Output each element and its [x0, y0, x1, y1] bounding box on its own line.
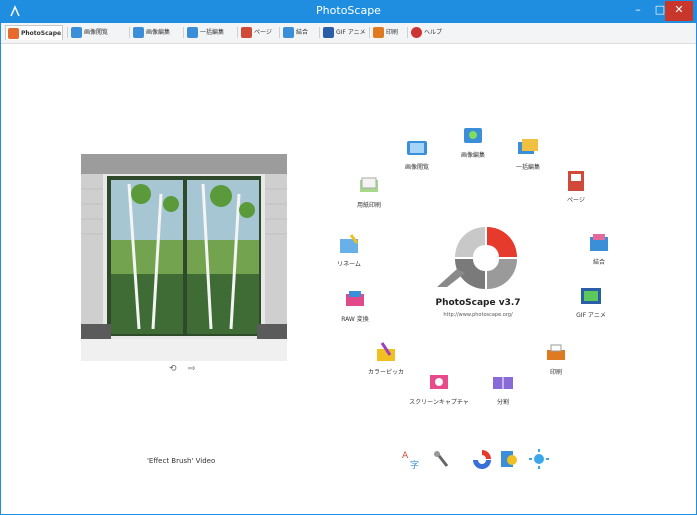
editor-icon	[464, 128, 482, 143]
raw-converter-icon	[346, 291, 364, 306]
menu-label: 印刷	[549, 369, 562, 376]
photoscape-logo-icon[interactable]	[471, 448, 493, 470]
tab-bar: PhotoScape 画像閲覧 画像編集 一括編集 ページ 結合 GIF アニメ…	[1, 23, 696, 44]
photoscape-logo-icon	[437, 227, 517, 289]
print-icon	[373, 27, 384, 38]
menu-splitter[interactable]: 分割	[473, 371, 533, 415]
gif-icon	[323, 27, 334, 38]
sample-photo-image	[81, 154, 287, 361]
tab-label: ページ	[254, 29, 272, 36]
page-icon	[568, 171, 584, 191]
menu-gif[interactable]: GIF アニメ	[561, 284, 621, 328]
screen-capture-icon	[430, 375, 448, 389]
help-icon	[411, 27, 422, 38]
tab-editor[interactable]: 画像編集	[131, 25, 183, 40]
batch-icon	[518, 139, 538, 154]
tab-label: GIF アニメ	[336, 29, 366, 36]
rename-icon	[340, 234, 359, 253]
tab-gif[interactable]: GIF アニメ	[321, 25, 369, 40]
app-icon	[8, 28, 19, 39]
tab-label: PhotoScape	[21, 30, 62, 37]
menu-label: ページ	[567, 197, 585, 204]
print-icon	[547, 344, 565, 360]
website-link[interactable]: http://www.photoscape.org/	[423, 312, 533, 318]
splitter-icon	[493, 377, 513, 389]
tab-separator	[67, 27, 68, 38]
minimize-button[interactable]: –	[627, 1, 649, 21]
tab-combine[interactable]: 結合	[281, 25, 319, 40]
tab-separator	[319, 27, 320, 38]
menu-screen-capture[interactable]: スクリーンキャプチャ	[409, 371, 469, 415]
close-button[interactable]: ✕	[665, 1, 693, 21]
tab-help[interactable]: ヘルプ	[409, 25, 447, 40]
menu-page[interactable]: ページ	[546, 169, 606, 213]
language-icon[interactable]: A字	[401, 448, 423, 470]
combine-icon	[283, 27, 294, 38]
menu-raw-converter[interactable]: RAW 変換	[325, 288, 385, 332]
tab-page[interactable]: ページ	[239, 25, 279, 40]
tab-label: 印刷	[386, 29, 399, 36]
tab-label: 画像閲覧	[84, 29, 109, 36]
tab-print[interactable]: 印刷	[371, 25, 407, 40]
menu-color-picker[interactable]: カラーピッカ	[356, 341, 416, 385]
tab-separator	[183, 27, 184, 38]
editor-icon	[133, 27, 144, 38]
tab-separator	[237, 27, 238, 38]
title-bar: PhotoScape – □ ✕	[1, 1, 696, 23]
svg-text:字: 字	[410, 459, 419, 470]
tab-batch[interactable]: 一括編集	[185, 25, 237, 40]
color-picker-icon	[377, 342, 395, 361]
photoscape-window: PhotoScape – □ ✕ PhotoScape 画像閲覧 画像編集 一括…	[0, 0, 697, 515]
viewer-icon	[71, 27, 82, 38]
viewer-icon	[407, 141, 427, 155]
combine-icon	[590, 234, 608, 251]
menu-label: RAW 変換	[341, 316, 369, 323]
tab-label: ヘルプ	[424, 29, 443, 36]
svg-text:A: A	[402, 451, 409, 461]
tab-separator	[369, 27, 370, 38]
menu-label: 画像編集	[460, 152, 485, 159]
menu-combine[interactable]: 結合	[569, 231, 629, 275]
tab-photoscape[interactable]: PhotoScape	[5, 25, 63, 40]
tab-label: 結合	[296, 29, 309, 36]
menu-label: リネーム	[337, 261, 361, 268]
photo-next-button[interactable]: ⇨	[188, 364, 196, 374]
face-search-icon[interactable]	[498, 448, 520, 470]
tab-label: 一括編集	[200, 29, 225, 36]
paper-print-icon	[360, 177, 378, 192]
menu-label: 分割	[496, 399, 509, 406]
tab-separator	[407, 27, 408, 38]
menu-label: カラーピッカ	[367, 369, 404, 376]
brightness-icon[interactable]	[528, 448, 550, 470]
menu-label: 用紙印刷	[356, 202, 381, 209]
tab-separator	[279, 27, 280, 38]
effect-brush-video-link[interactable]: 'Effect Brush' Video	[147, 457, 215, 465]
menu-editor[interactable]: 画像編集	[443, 124, 503, 168]
menu-print[interactable]: 印刷	[526, 341, 586, 385]
tab-separator	[129, 27, 130, 38]
menu-label: 結合	[592, 259, 605, 266]
window-title: PhotoScape	[316, 4, 381, 17]
settings-icon[interactable]	[431, 448, 453, 470]
gif-icon	[581, 288, 601, 304]
menu-rename[interactable]: リネーム	[319, 233, 379, 277]
batch-icon	[187, 27, 198, 38]
tab-label: 画像編集	[146, 29, 171, 36]
page-icon	[241, 27, 252, 38]
photo-prev-button[interactable]: ⟲	[169, 364, 177, 374]
menu-paper-print[interactable]: 用紙印刷	[339, 174, 399, 218]
app-version-title: PhotoScape v3.7	[435, 298, 521, 308]
menu-label: GIF アニメ	[576, 312, 606, 319]
menu-label: スクリーンキャプチャ	[409, 399, 469, 406]
tab-viewer[interactable]: 画像閲覧	[69, 25, 129, 40]
menu-label: 画像閲覧	[404, 164, 429, 171]
